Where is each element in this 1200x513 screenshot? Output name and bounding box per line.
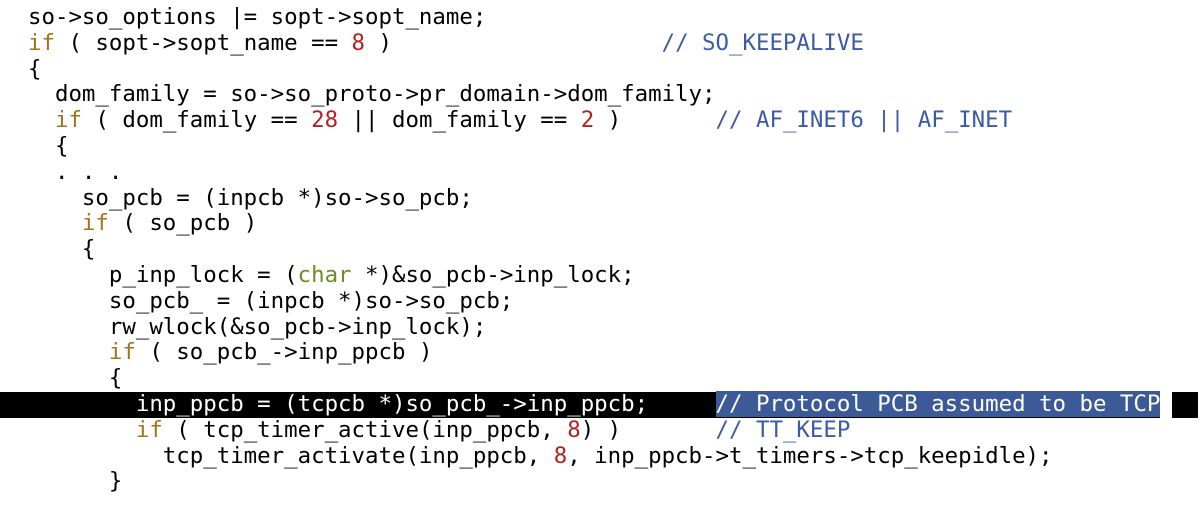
code-keyword: if [28,29,55,56]
code-token: { [28,55,42,82]
code-number: 8 [553,442,568,469]
code-token: rw_wlock(&so_pcb->inp_lock); [28,313,487,340]
cursor-block [1170,391,1198,418]
code-line[interactable]: so_pcb_ = (inpcb *)so->so_pcb; [0,287,1200,315]
code-token: { [28,236,96,263]
code-keyword: if [108,339,136,366]
code-line[interactable]: { [0,55,1200,83]
code-line[interactable]: rw_wlock(&so_pcb->inp_lock); [0,313,1200,341]
code-editor[interactable]: so->so_options |= sopt->sopt_name; if ( s… [0,0,1200,513]
code-number: 8 [567,416,581,443]
code-number: 8 [351,29,366,56]
code-line[interactable]: if ( so_pcb_->inp_ppcb ) [0,339,1200,366]
code-comment: // SO_KEEPALIVE [661,29,864,56]
code-token: *)&so_pcb->inp_lock; [351,261,635,288]
code-line[interactable]: if ( tcp_timer_active(inp_ppcb, 8) ) // … [0,416,1200,444]
code-number: 28 [311,107,339,134]
code-line[interactable]: so->so_options |= sopt->sopt_name; [0,4,1200,31]
code-line[interactable]: } [0,468,1200,495]
code-line[interactable]: . . . [0,158,1200,186]
code-line[interactable]: so_pcb = (inpcb *)so->so_pcb; [0,184,1200,212]
code-token: tcp_timer_activate(inp_ppcb, [28,442,554,469]
code-line[interactable]: if ( so_pcb ) [0,210,1200,237]
code-line[interactable]: dom_family = so->so_proto->pr_domain->do… [0,81,1200,108]
code-line[interactable]: { [0,236,1200,263]
code-comment: // AF_INET6 || AF_INET [715,107,1013,134]
code-token: so_pcb = (inpcb *)so->so_pcb; [28,184,473,211]
code-line[interactable]: if ( dom_family == 28 || dom_family == 2… [0,107,1200,134]
code-token: so->so_options |= sopt->sopt_name; [28,4,487,30]
code-line-highlighted[interactable]: inp_ppcb = (tcpcb *)so_pcb_->inp_ppcb; /… [0,390,1198,418]
code-line[interactable]: { [0,365,1200,392]
code-comment: // TT_KEEP [715,416,851,443]
code-token: } [28,468,123,495]
code-token: ( dom_family == [81,107,312,134]
code-token: || dom_family == [338,107,581,134]
code-token: . . . [28,158,123,185]
code-token: { [28,132,69,159]
code-keyword: if [81,210,109,237]
code-token: , inp_ppcb->t_timers->tcp_keepidle); [567,442,1053,469]
code-line[interactable]: { [0,132,1200,160]
line-end-gap [1160,391,1172,418]
code-token: { [28,365,123,392]
code-token: ( so_pcb ) [108,210,258,237]
code-keyword: char [297,261,352,288]
code-token: ) [365,29,662,56]
code-token: ( sopt->sopt_name == [54,29,352,56]
code-token: so_pcb_ = (inpcb *)so->so_pcb; [28,287,514,314]
code-number: 2 [580,107,595,134]
code-token: p_inp_lock = ( [28,261,298,288]
code-token: ) [594,107,716,134]
code-token: ( so_pcb_->inp_ppcb ) [135,339,433,366]
code-line[interactable]: tcp_timer_activate(inp_ppcb, 8, inp_ppcb… [0,442,1200,470]
code-token: dom_family = so->so_proto->pr_domain->do… [28,81,716,108]
code-keyword: if [54,107,82,134]
code-token: ( tcp_timer_active(inp_ppcb, [162,416,568,443]
code-line[interactable]: if ( sopt->sopt_name == 8 ) // SO_KEEPAL… [0,29,1200,57]
code-token: ) ) [580,416,716,443]
code-line[interactable]: p_inp_lock = (char *)&so_pcb->inp_lock; [0,261,1200,289]
code-keyword: if [135,416,163,443]
code-comment: // Protocol PCB assumed to be TCP [715,390,1161,417]
code-token: inp_ppcb = (tcpcb *)so_pcb_->inp_ppcb; [28,390,716,417]
